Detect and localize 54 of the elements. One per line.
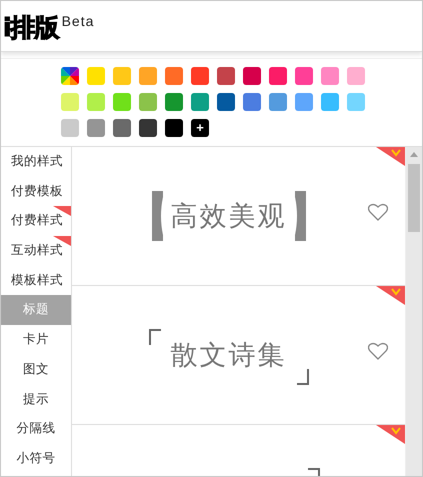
sidebar-item[interactable]: 模板样式 bbox=[1, 266, 71, 296]
color-swatch[interactable] bbox=[295, 67, 313, 85]
color-swatch[interactable] bbox=[113, 93, 131, 111]
color-swatch[interactable] bbox=[269, 67, 287, 85]
color-swatch[interactable] bbox=[165, 67, 183, 85]
color-swatch[interactable] bbox=[321, 67, 339, 85]
color-swatch[interactable] bbox=[139, 93, 157, 111]
color-swatch[interactable] bbox=[191, 93, 209, 111]
color-swatch[interactable] bbox=[165, 93, 183, 111]
color-swatch[interactable] bbox=[269, 93, 287, 111]
heart-icon[interactable] bbox=[368, 342, 388, 360]
style-card[interactable]: 高效美观 bbox=[72, 147, 405, 286]
color-swatch[interactable] bbox=[295, 93, 313, 111]
color-swatch[interactable] bbox=[87, 67, 105, 85]
color-swatch[interactable] bbox=[217, 67, 235, 85]
scrollbar-thumb[interactable] bbox=[408, 164, 420, 232]
color-swatch[interactable] bbox=[61, 93, 79, 111]
right-bracket-icon bbox=[296, 369, 308, 385]
color-swatch[interactable] bbox=[191, 67, 209, 85]
sidebar-item[interactable]: 提示 bbox=[1, 384, 71, 414]
sidebar-item[interactable]: 付费样式 bbox=[1, 206, 71, 236]
color-swatch[interactable] bbox=[217, 93, 235, 111]
color-swatch[interactable] bbox=[347, 67, 365, 85]
sidebar-item[interactable]: 卡片 bbox=[1, 325, 71, 355]
color-swatch[interactable] bbox=[347, 93, 365, 111]
color-swatch[interactable] bbox=[113, 67, 131, 85]
color-swatch[interactable] bbox=[321, 93, 339, 111]
color-swatch[interactable] bbox=[165, 119, 183, 137]
color-swatch[interactable] bbox=[139, 119, 157, 137]
left-bracket-icon bbox=[148, 329, 160, 345]
style-title: 散文诗集 bbox=[170, 339, 286, 372]
scroll-up-icon[interactable] bbox=[410, 152, 418, 157]
sidebar-item[interactable]: 付费模板 bbox=[1, 176, 71, 206]
color-swatch[interactable] bbox=[87, 93, 105, 111]
scrollbar[interactable] bbox=[405, 147, 422, 476]
sidebar-item[interactable]: 分隔线 bbox=[1, 414, 71, 444]
color-swatch[interactable] bbox=[139, 67, 157, 85]
color-swatch[interactable] bbox=[243, 67, 261, 85]
color-swatch[interactable] bbox=[243, 93, 261, 111]
color-swatch[interactable] bbox=[87, 119, 105, 137]
color-swatch[interactable] bbox=[113, 119, 131, 137]
color-swatch[interactable] bbox=[61, 119, 79, 137]
sidebar-item[interactable]: 互动样式 bbox=[1, 236, 71, 266]
sidebar-item[interactable]: 图文 bbox=[1, 354, 71, 384]
color-wheel-swatch[interactable] bbox=[61, 67, 79, 85]
style-title: 高效美观 bbox=[170, 200, 286, 233]
add-color-button[interactable]: + bbox=[191, 119, 209, 137]
sidebar-item[interactable]: 我的样式 bbox=[1, 147, 71, 177]
sidebar-item[interactable]: 小符号 bbox=[1, 444, 71, 474]
right-bracket-icon bbox=[294, 191, 306, 241]
heart-icon[interactable] bbox=[368, 203, 388, 221]
left-bracket-icon bbox=[152, 191, 162, 241]
beta-label: Beta bbox=[62, 13, 94, 29]
app-logo: i排版 bbox=[3, 12, 59, 44]
